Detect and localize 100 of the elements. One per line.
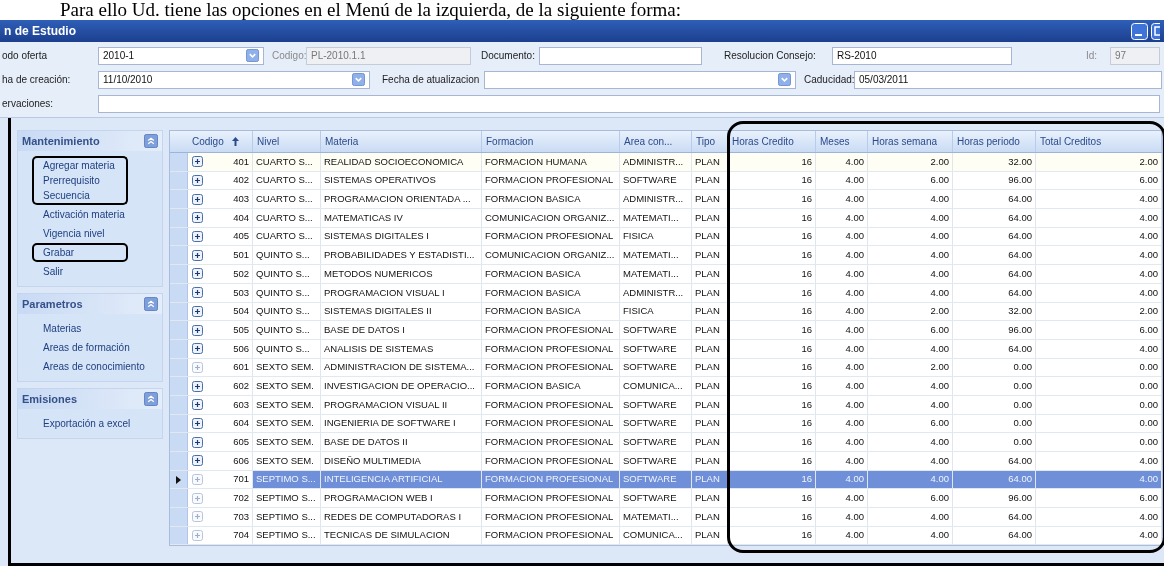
expand-icon[interactable] <box>191 193 203 205</box>
expand-icon[interactable] <box>191 380 203 392</box>
table-cell: 96.00 <box>953 171 1036 190</box>
table-cell: REDES DE COMPUTADORAS I <box>321 508 482 526</box>
column-header[interactable]: Horas semana <box>868 131 953 152</box>
expand-icon[interactable] <box>191 156 203 168</box>
expand-icon[interactable] <box>191 324 203 336</box>
input-field[interactable]: RS-2010 <box>832 46 1012 65</box>
expand-icon[interactable] <box>191 417 203 429</box>
expand-icon[interactable] <box>191 343 203 355</box>
table-cell: FORMACION BASICA <box>482 377 620 395</box>
table-row[interactable]: 602 SEXTO SEM. INVESTIGACION DE OPERACIO... FORMACION BASICA COMUNICA... PLAN 16 4.00 4.00 0.00 0.00 <box>170 377 1162 396</box>
table-row[interactable]: 501 QUINTO S... PROBABILIDADES Y ESTADISTI... COMUNICACION ORGANIZ... MATEMATI... PLAN 16 4.00 4.00 64.00 4.00 <box>170 246 1162 266</box>
collapse-icon[interactable] <box>144 392 158 406</box>
expand-icon[interactable] <box>191 287 203 299</box>
table-row[interactable]: 503 QUINTO S... PROGRAMACION VISUAL I FORMACION BASICA ADMINISTR... PLAN 16 4.00 4.00 64.00 4.00 <box>170 283 1162 303</box>
table-cell: 16 <box>728 395 816 414</box>
column-header[interactable]: Tipo <box>692 131 728 152</box>
table-cell: ANALISIS DE SISTEMAS <box>321 339 482 358</box>
table-row[interactable]: 605 SEXTO SEM. BASE DE DATOS II FORMACION PROFESIONAL SOFTWARE PLAN 16 4.00 4.00 0.00 0.00 <box>170 433 1162 452</box>
table-cell: 16 <box>728 489 816 508</box>
menu-item[interactable]: Areas de conocimiento <box>43 359 145 374</box>
minimize-icon[interactable] <box>1131 22 1148 40</box>
table-cell: 64.00 <box>953 209 1036 227</box>
dropdown-icon[interactable] <box>352 73 365 86</box>
panel-header[interactable]: Mantenimiento <box>18 131 162 151</box>
table-cell: FORMACION PROFESIONAL <box>482 321 620 339</box>
menu-item[interactable]: Vigencia nivel <box>43 226 105 241</box>
expand-icon[interactable] <box>191 231 203 243</box>
table-cell: 4.00 <box>868 283 953 302</box>
table-cell: PLAN <box>692 209 728 227</box>
column-header[interactable]: Nivel <box>253 131 321 152</box>
table-cell: 4.00 <box>816 508 868 526</box>
dropdown-field[interactable] <box>484 70 796 89</box>
table-cell: 4.00 <box>816 283 868 302</box>
table-cell: ADMINISTR... <box>620 153 692 171</box>
maximize-icon[interactable] <box>1151 22 1160 40</box>
table-cell: 0.00 <box>953 433 1036 451</box>
table-cell: SOFTWARE <box>620 171 692 190</box>
menu-item[interactable]: Activación materia <box>43 207 125 222</box>
table-cell: 64.00 <box>953 283 1036 302</box>
expand-icon[interactable] <box>191 175 203 187</box>
table-cell: 4.00 <box>868 190 953 209</box>
menu-item[interactable]: Grabar <box>43 245 117 260</box>
panel-header[interactable]: Emisiones <box>18 389 162 409</box>
table-row[interactable]: 604 SEXTO SEM. INGENIERIA DE SOFTWARE I FORMACION PROFESIONAL SOFTWARE PLAN 16 4.00 6.00 0.00 0.00 <box>170 414 1162 434</box>
table-row[interactable]: 505 QUINTO S... BASE DE DATOS I FORMACION PROFESIONAL SOFTWARE PLAN 16 4.00 6.00 96.00 6.00 <box>170 321 1162 340</box>
table-row[interactable]: 405 CUARTO S... SISTEMAS DIGITALES I FORMACION PROFESIONAL FISICA PLAN 16 4.00 4.00 64.00 4.00 <box>170 227 1162 247</box>
expand-icon[interactable] <box>191 268 203 280</box>
table-row[interactable]: 506 QUINTO S... ANALISIS DE SISTEMAS FORMACION PROFESIONAL SOFTWARE PLAN 16 4.00 4.00 64.00 4.00 <box>170 339 1162 359</box>
table-row[interactable]: 504 QUINTO S... SISTEMAS DIGITALES II FORMACION BASICA FISICA PLAN 16 4.00 2.00 32.00 2.00 <box>170 302 1162 322</box>
menu-item[interactable]: Salir <box>43 264 63 279</box>
collapse-icon[interactable] <box>144 134 158 148</box>
collapse-icon[interactable] <box>144 297 158 311</box>
table-cell: PLAN <box>692 358 728 377</box>
column-header[interactable]: Meses <box>816 131 868 152</box>
expand-icon[interactable] <box>191 399 203 411</box>
input-field[interactable] <box>98 94 1160 113</box>
column-header[interactable]: Horas periodo <box>953 131 1036 152</box>
expand-icon[interactable] <box>191 249 203 261</box>
menu-item[interactable]: Materias <box>43 321 82 336</box>
input-field[interactable] <box>539 46 702 65</box>
dropdown-icon[interactable] <box>246 49 259 62</box>
table-cell: MATEMATI... <box>620 209 692 227</box>
table-row[interactable]: 404 CUARTO S... MATEMATICAS IV COMUNICACION ORGANIZ... MATEMATI... PLAN 16 4.00 4.00 64.00 4.00 <box>170 209 1162 228</box>
menu-item[interactable]: Prerrequisito <box>43 173 117 188</box>
table-row[interactable]: 502 QUINTO S... METODOS NUMERICOS FORMACION BASICA MATEMATI... PLAN 16 4.00 4.00 64.00 4.00 <box>170 265 1162 284</box>
dropdown-field[interactable]: 2010-1 <box>98 46 264 65</box>
input-field[interactable]: 05/03/2011 <box>854 70 1162 89</box>
table-row[interactable]: 603 SEXTO SEM. PROGRAMACION VISUAL II FORMACION PROFESIONAL SOFTWARE PLAN 16 4.00 4.00 0.00 0.00 <box>170 395 1162 415</box>
table-cell: 4.00 <box>816 302 868 321</box>
table-row[interactable]: 606 SEXTO SEM. DISEÑO MULTIMEDIA FORMACION PROFESIONAL SOFTWARE PLAN 16 4.00 4.00 64.00 4.00 <box>170 452 1162 471</box>
table-cell: 4.00 <box>816 377 868 395</box>
menu-item[interactable]: Exportación a excel <box>43 416 131 431</box>
table-cell: SISTEMAS OPERATIVOS <box>321 171 482 190</box>
expand-icon[interactable] <box>191 455 203 467</box>
menu-item[interactable]: Areas de formación <box>43 340 130 355</box>
field-label: Fecha de atualizacion <box>381 73 481 87</box>
table-cell: COMUNICACION ORGANIZ... <box>482 209 620 227</box>
column-header[interactable]: Horas Credito <box>728 131 816 152</box>
table-row[interactable]: 403 CUARTO S... PROGRAMACION ORIENTADA ... FORMACION BASICA ADMINISTR... PLAN 16 4.00 4.00 64.00 4.00 <box>170 190 1162 210</box>
expand-icon[interactable] <box>191 212 203 224</box>
dropdown-field[interactable]: 11/10/2010 <box>98 70 370 89</box>
column-header[interactable]: Materia <box>321 131 482 152</box>
column-header[interactable]: Total Creditos <box>1036 131 1162 152</box>
panel-header[interactable]: Parametros <box>18 294 162 314</box>
table-cell: 4.00 <box>868 209 953 227</box>
table-cell: FORMACION BASICA <box>482 283 620 302</box>
expand-icon[interactable] <box>191 436 203 448</box>
expand-icon[interactable] <box>191 305 203 317</box>
column-header[interactable]: Area con... <box>620 131 692 152</box>
table-row[interactable]: 401 CUARTO S... REALIDAD SOCIOECONOMICA FORMACION HUMANA ADMINISTR... PLAN 16 4.00 2.00 32.00 2.00 <box>170 153 1162 172</box>
menu-item[interactable]: Agregar materia <box>43 158 117 173</box>
column-header[interactable]: Formacion <box>482 131 620 152</box>
table-cell: 16 <box>728 209 816 227</box>
menu-item[interactable]: Secuencia <box>43 188 117 203</box>
table-cell: INGENIERIA DE SOFTWARE I <box>321 414 482 433</box>
column-header[interactable]: Codigo <box>188 131 253 152</box>
table-row[interactable]: 402 CUARTO S... SISTEMAS OPERATIVOS FORMACION PROFESIONAL SOFTWARE PLAN 16 4.00 6.00 96.00 6.00 <box>170 171 1162 191</box>
dropdown-icon[interactable] <box>778 73 791 86</box>
